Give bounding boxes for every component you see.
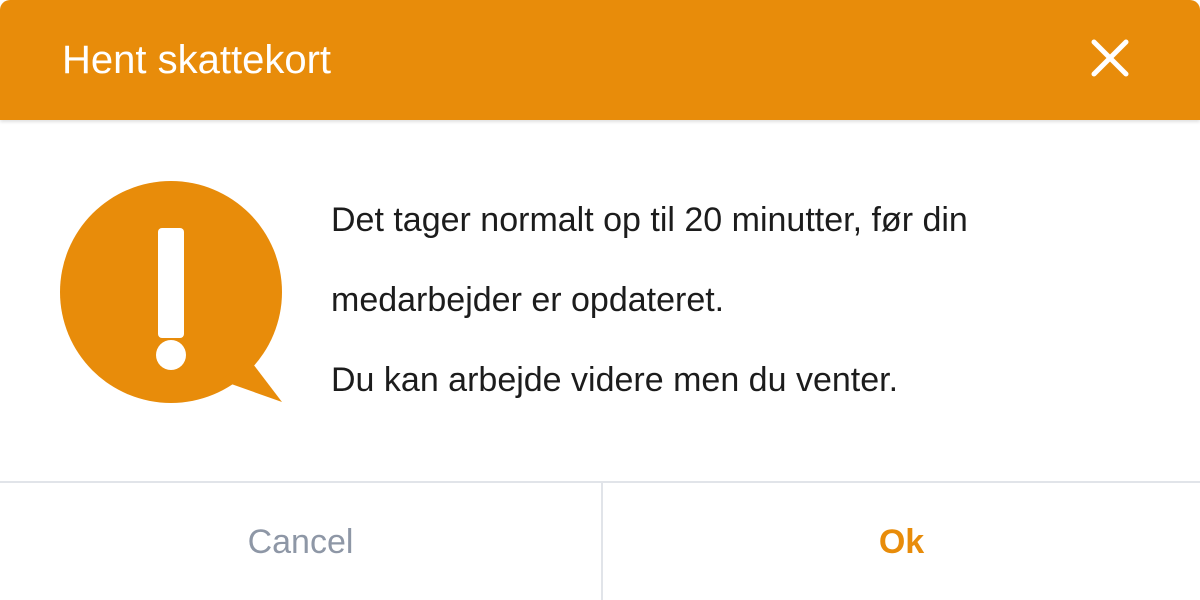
dialog-message: Det tager normalt op til 20 minutter, fø… (331, 180, 1151, 420)
dialog-title: Hent skattekort (62, 38, 332, 82)
dialog: Hent skattekort Det tager normalt op til… (0, 0, 1200, 600)
close-button[interactable] (1082, 30, 1138, 86)
close-icon (1091, 39, 1129, 77)
message-line: Du kan arbejde videre men du venter. (331, 361, 899, 399)
dialog-header: Hent skattekort (0, 0, 1200, 120)
cancel-button[interactable]: Cancel (0, 483, 603, 600)
message-line: medarbejder er opdateret. (331, 281, 725, 319)
dialog-footer: Cancel Ok (0, 481, 1200, 600)
message-line: Det tager normalt op til 20 minutter, fø… (331, 201, 968, 239)
exclamation-speech-bubble-icon (60, 180, 290, 405)
ok-button[interactable]: Ok (603, 483, 1200, 600)
